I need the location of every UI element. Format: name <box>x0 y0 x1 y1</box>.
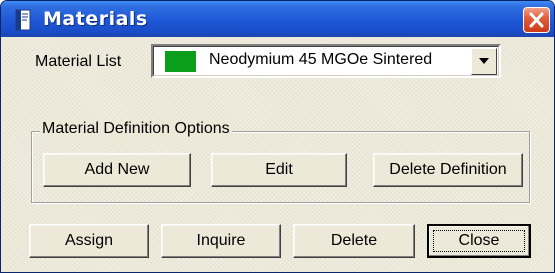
add-new-button[interactable]: Add New <box>43 153 191 187</box>
title-bar[interactable]: Materials <box>1 1 554 37</box>
chevron-down-icon <box>479 58 489 64</box>
material-color-swatch <box>165 51 196 72</box>
group-label: Material Definition Options <box>40 120 232 138</box>
close-x-icon <box>529 12 544 28</box>
dropdown-arrow-button[interactable] <box>471 48 497 75</box>
materials-dialog: Materials Material List Neodymium 45 MGO… <box>0 0 555 273</box>
assign-button[interactable]: Assign <box>29 224 149 258</box>
close-button[interactable]: Close <box>427 224 531 258</box>
material-list-selected-value: Neodymium 45 MGOe Sintered <box>209 51 433 68</box>
delete-button[interactable]: Delete <box>293 224 415 258</box>
inquire-button[interactable]: Inquire <box>161 224 281 258</box>
material-list-label: Material List <box>35 53 122 70</box>
material-document-icon <box>13 9 33 31</box>
window-title: Materials <box>43 8 148 30</box>
delete-definition-button[interactable]: Delete Definition <box>373 153 523 187</box>
material-list-dropdown[interactable]: Neodymium 45 MGOe Sintered <box>151 44 501 78</box>
close-window-button[interactable] <box>523 7 550 33</box>
edit-button[interactable]: Edit <box>211 153 347 187</box>
